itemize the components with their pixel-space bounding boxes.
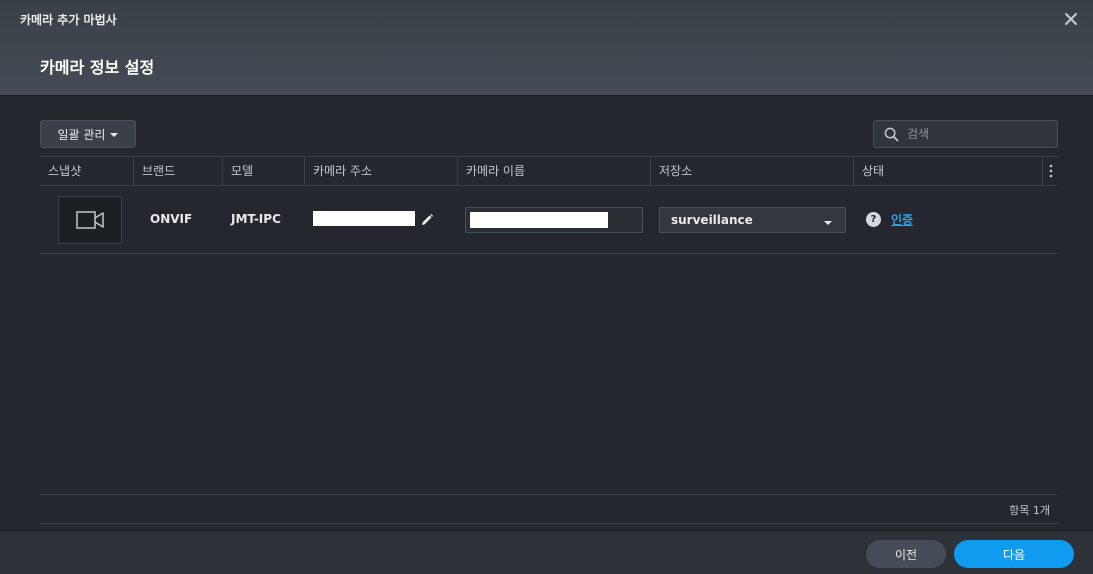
chevron-down-icon <box>824 221 832 225</box>
table-header: 스냅샷 브랜드 모델 카메라 주소 카메라 이름 저장소 상태 <box>40 156 1058 186</box>
model-cell: JMT-IPC <box>231 212 281 226</box>
video-camera-icon <box>76 211 104 229</box>
search-box[interactable] <box>873 120 1058 148</box>
next-button[interactable]: 다음 <box>954 540 1074 568</box>
batch-manage-button[interactable]: 일괄 관리 <box>40 120 136 148</box>
previous-button[interactable]: 이전 <box>866 540 946 568</box>
more-vertical-icon <box>1049 164 1052 178</box>
table-footer: 항목 1개 <box>40 494 1058 524</box>
brand-cell: ONVIF <box>150 212 193 226</box>
camera-address-field <box>313 211 415 226</box>
column-menu-button[interactable] <box>1042 157 1058 185</box>
batch-manage-label: 일괄 관리 <box>57 127 106 142</box>
edit-address-button[interactable] <box>420 212 434 226</box>
column-header-status[interactable]: 상태 <box>853 157 1042 185</box>
column-header-model[interactable]: 모델 <box>222 157 304 185</box>
dialog-footer: 이전 다음 <box>0 530 1093 574</box>
search-input[interactable] <box>907 127 1047 141</box>
column-header-snapshot[interactable]: 스냅샷 <box>40 157 133 185</box>
step-title: 카메라 정보 설정 <box>40 58 155 77</box>
camera-name-input[interactable] <box>465 207 643 233</box>
camera-name-value <box>470 212 608 228</box>
column-header-storage[interactable]: 저장소 <box>650 157 853 185</box>
chevron-down-icon <box>110 133 119 137</box>
storage-select-value: surveillance <box>671 213 753 227</box>
storage-select[interactable]: surveillance <box>659 207 846 233</box>
column-header-name[interactable]: 카메라 이름 <box>457 157 650 185</box>
help-icon[interactable]: ? <box>866 212 881 227</box>
search-icon <box>884 127 899 141</box>
dialog-body: 일괄 관리 스냅샷 브랜드 모델 카메라 주소 카메라 이름 저장소 상태 <box>0 96 1093 530</box>
item-count: 항목 1개 <box>1009 504 1050 517</box>
close-button[interactable] <box>1061 9 1081 29</box>
column-header-address[interactable]: 카메라 주소 <box>304 157 457 185</box>
column-header-brand[interactable]: 브랜드 <box>133 157 222 185</box>
dialog-header: 카메라 추가 마법사 카메라 정보 설정 <box>0 0 1093 96</box>
auth-link[interactable]: 인증 <box>891 211 913 228</box>
pencil-icon <box>422 213 434 225</box>
window-title: 카메라 추가 마법사 <box>20 13 117 27</box>
snapshot-thumbnail <box>58 196 122 244</box>
table-row[interactable]: ONVIF JMT-IPC surveillance ? 인증 <box>40 186 1058 254</box>
close-icon <box>1065 13 1077 25</box>
